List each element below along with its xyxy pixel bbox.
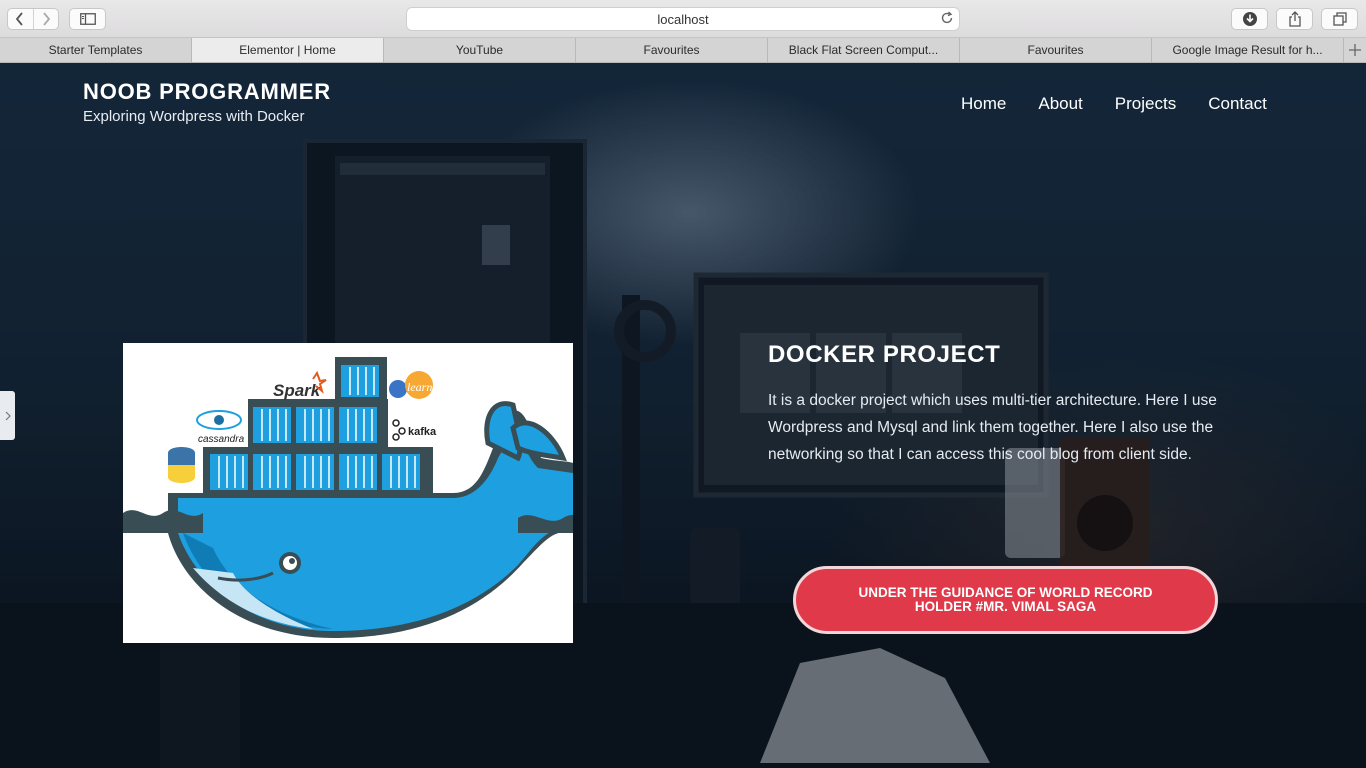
tab-favourites-2[interactable]: Favourites: [960, 38, 1152, 62]
nav-contact-link[interactable]: Contact: [1192, 94, 1283, 114]
scikit-learn-logo-label: learn: [407, 380, 432, 394]
project-description: It is a docker project which uses multi-…: [768, 392, 1217, 463]
forward-button[interactable]: [32, 9, 59, 29]
tab-favourites[interactable]: Favourites: [576, 38, 768, 62]
tabs-overview-icon: [1332, 12, 1347, 26]
site-tagline: Exploring Wordpress with Docker: [83, 108, 305, 125]
sidebar-icon: [79, 13, 96, 25]
docker-whale-illustration: Spark learn cassandra kafka: [123, 357, 573, 638]
tab-elementor-home[interactable]: Elementor | Home: [192, 38, 384, 62]
tab-label: Elementor | Home: [239, 43, 336, 57]
back-icon: [16, 12, 23, 26]
nav-home-link[interactable]: Home: [945, 94, 1022, 114]
spark-logo-label: Spark: [273, 381, 322, 400]
cassandra-logo-label: cassandra: [198, 434, 245, 445]
tab-bar: Starter Templates Elementor | Home YouTu…: [0, 38, 1366, 63]
new-tab-button[interactable]: [1344, 38, 1366, 62]
kafka-logo-label: kafka: [408, 426, 437, 438]
share-button[interactable]: [1276, 8, 1313, 30]
sidebar-toggle-tab[interactable]: [0, 391, 15, 440]
back-button[interactable]: [8, 9, 33, 29]
new-tab-icon: [1349, 44, 1361, 56]
history-nav: [7, 8, 59, 30]
reload-button[interactable]: [940, 11, 954, 28]
nav-projects-link[interactable]: Projects: [1099, 94, 1192, 114]
address-text: localhost: [657, 11, 709, 27]
tab-label: Starter Templates: [48, 43, 143, 57]
browser-toolbar: localhost: [0, 0, 1366, 38]
docker-project-image: Spark learn cassandra kafka: [123, 343, 573, 643]
tab-label: Favourites: [1027, 43, 1084, 57]
forward-icon: [43, 12, 50, 26]
project-title: DOCKER PROJECT: [768, 341, 1001, 368]
site-title[interactable]: NOOB PROGRAMMER: [83, 79, 331, 105]
main-navigation: Home About Projects Contact: [945, 94, 1283, 114]
reload-icon: [941, 11, 953, 24]
tab-google-image-result[interactable]: Google Image Result for h...: [1152, 38, 1344, 62]
download-icon: [1242, 12, 1257, 26]
tab-label: YouTube: [455, 43, 504, 57]
downloads-button[interactable]: [1231, 8, 1268, 30]
tab-starter-templates[interactable]: Starter Templates: [0, 38, 192, 62]
tab-youtube[interactable]: YouTube: [384, 38, 576, 62]
tab-label: Black Flat Screen Comput...: [788, 43, 939, 57]
address-bar[interactable]: localhost: [406, 7, 960, 31]
sidebar-button[interactable]: [69, 8, 106, 30]
web-page: NOOB PROGRAMMER Exploring Wordpress with…: [0, 63, 1366, 768]
chevron-right-icon: [5, 411, 11, 420]
nav-about-link[interactable]: About: [1022, 94, 1098, 114]
tab-label: Google Image Result for h...: [1172, 43, 1323, 57]
tab-black-flat-screen[interactable]: Black Flat Screen Comput...: [768, 38, 960, 62]
tab-overview-button[interactable]: [1321, 8, 1358, 30]
share-icon: [1288, 11, 1301, 27]
tab-label: Favourites: [643, 43, 700, 57]
guidance-cta-button[interactable]: UNDER THE GUIDANCE OF WORLD RECORD HOLDE…: [793, 566, 1218, 634]
